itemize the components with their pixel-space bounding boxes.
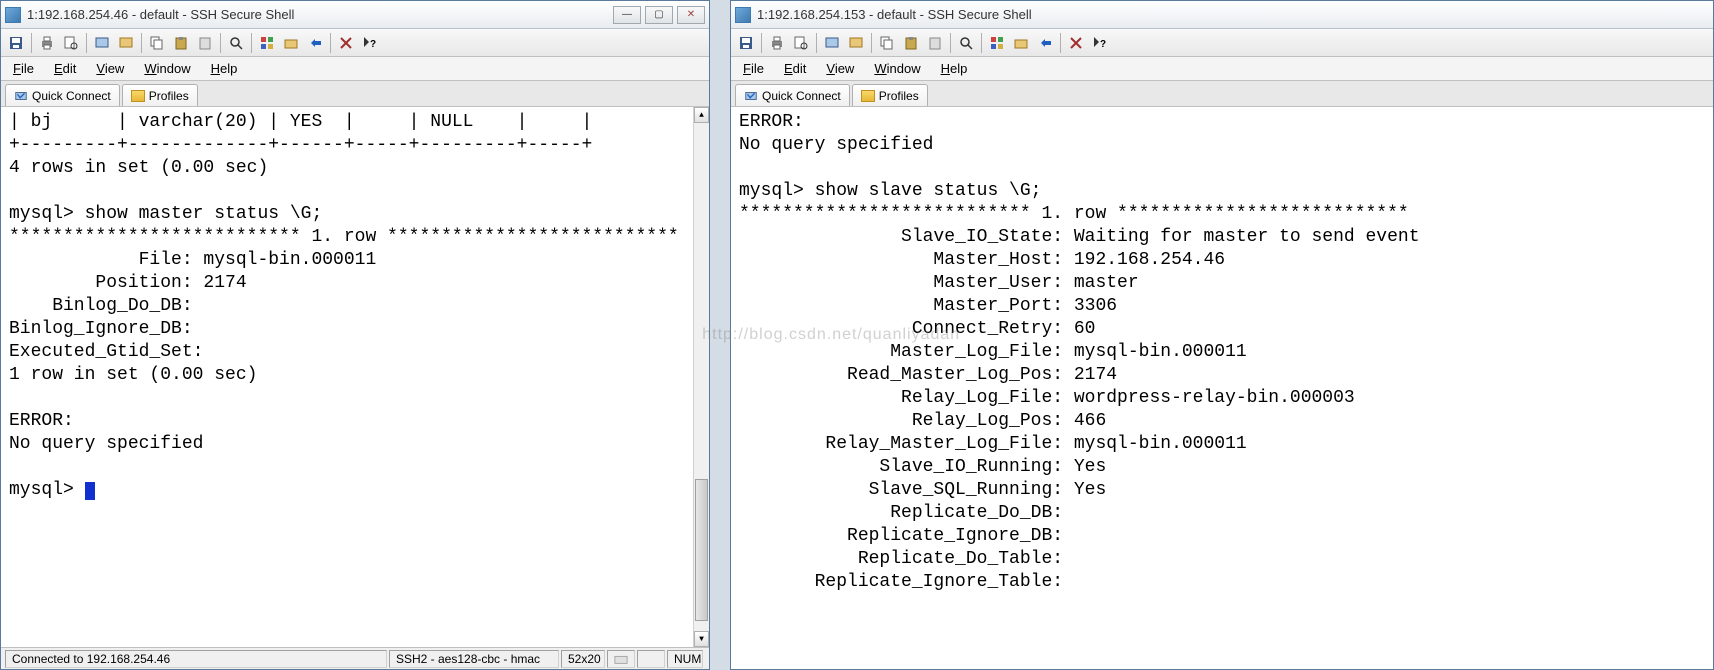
connect-icon: [744, 89, 758, 103]
scroll-down-button[interactable]: ▼: [694, 631, 709, 647]
menu-file[interactable]: File: [739, 59, 768, 78]
paste-button[interactable]: [170, 32, 192, 54]
clipboard-button[interactable]: [194, 32, 216, 54]
context-help-button[interactable]: ?: [359, 32, 381, 54]
tab-quick-connect-label: Quick Connect: [762, 89, 841, 103]
new-file-transfer-button[interactable]: [845, 32, 867, 54]
maximize-button[interactable]: ▢: [645, 6, 673, 24]
settings-button[interactable]: [1010, 32, 1032, 54]
connect-icon: [14, 89, 28, 103]
menu-edit[interactable]: Edit: [50, 59, 80, 78]
find-button[interactable]: [955, 32, 977, 54]
status-blank1: [607, 650, 635, 668]
terminal-2[interactable]: ERROR: No query specified mysql> show sl…: [731, 107, 1713, 669]
menubar-1: File Edit View Window Help: [1, 57, 709, 81]
titlebar-1[interactable]: 1:192.168.254.46 - default - SSH Secure …: [1, 1, 709, 29]
disconnect-button[interactable]: [1034, 32, 1056, 54]
print-preview-button[interactable]: [790, 32, 812, 54]
find-button[interactable]: [225, 32, 247, 54]
app-icon: [735, 7, 751, 23]
minimize-button[interactable]: —: [613, 6, 641, 24]
ssh-window-1: 1:192.168.254.46 - default - SSH Secure …: [0, 0, 710, 670]
scroll-up-button[interactable]: ▲: [694, 107, 709, 123]
app-icon: [5, 7, 21, 23]
close-button[interactable]: ✕: [677, 6, 705, 24]
status-blank2: [637, 650, 665, 668]
status-size: 52x20: [561, 650, 605, 668]
menubar-2: File Edit View Window Help: [731, 57, 1713, 81]
tab-profiles[interactable]: Profiles: [852, 84, 928, 106]
clipboard-button[interactable]: [924, 32, 946, 54]
terminal-1[interactable]: | bj | varchar(20) | YES | | NULL | | +-…: [1, 107, 709, 647]
paste-button[interactable]: [900, 32, 922, 54]
settings-button[interactable]: [280, 32, 302, 54]
menu-window[interactable]: Window: [140, 59, 194, 78]
context-help-button[interactable]: ?: [1089, 32, 1111, 54]
new-terminal-button[interactable]: [821, 32, 843, 54]
new-terminal-button[interactable]: [91, 32, 113, 54]
menu-help[interactable]: Help: [937, 59, 972, 78]
print-button[interactable]: [766, 32, 788, 54]
statusbar-1: Connected to 192.168.254.46 SSH2 - aes12…: [1, 647, 709, 669]
print-preview-button[interactable]: [60, 32, 82, 54]
menu-view[interactable]: View: [822, 59, 858, 78]
svg-text:?: ?: [370, 39, 376, 50]
status-connected: Connected to 192.168.254.46: [5, 650, 387, 668]
tab-quick-connect[interactable]: Quick Connect: [735, 84, 850, 106]
menu-edit[interactable]: Edit: [780, 59, 810, 78]
svg-text:?: ?: [1100, 39, 1106, 50]
help-button[interactable]: [1065, 32, 1087, 54]
scroll-track[interactable]: [694, 123, 709, 631]
copy-button[interactable]: [146, 32, 168, 54]
tab-profiles[interactable]: Profiles: [122, 84, 198, 106]
tabbar-2: Quick Connect Profiles: [731, 81, 1713, 107]
cursor: [85, 482, 95, 500]
tabbar-1: Quick Connect Profiles: [1, 81, 709, 107]
tab-quick-connect-label: Quick Connect: [32, 89, 111, 103]
terminal-output-2: ERROR: No query specified mysql> show sl…: [739, 112, 1420, 592]
status-num: NUM: [667, 650, 703, 668]
menu-view[interactable]: View: [92, 59, 128, 78]
folder-icon: [131, 90, 145, 102]
terminal-output-1: | bj | varchar(20) | YES | | NULL | | +-…: [9, 112, 679, 500]
menu-file[interactable]: File: [9, 59, 38, 78]
window-title-2: 1:192.168.254.153 - default - SSH Secure…: [757, 7, 1709, 22]
menu-help[interactable]: Help: [207, 59, 242, 78]
window-title-1: 1:192.168.254.46 - default - SSH Secure …: [27, 7, 613, 22]
color-button[interactable]: [986, 32, 1008, 54]
tab-profiles-label: Profiles: [149, 89, 189, 103]
save-button[interactable]: [735, 32, 757, 54]
folder-icon: [861, 90, 875, 102]
menu-window[interactable]: Window: [870, 59, 924, 78]
toolbar-2: ?: [731, 29, 1713, 57]
disconnect-button[interactable]: [304, 32, 326, 54]
toolbar-1: ?: [1, 29, 709, 57]
copy-button[interactable]: [876, 32, 898, 54]
new-file-transfer-button[interactable]: [115, 32, 137, 54]
tab-quick-connect[interactable]: Quick Connect: [5, 84, 120, 106]
color-button[interactable]: [256, 32, 278, 54]
ssh-window-2: 1:192.168.254.153 - default - SSH Secure…: [730, 0, 1714, 670]
tab-profiles-label: Profiles: [879, 89, 919, 103]
scroll-thumb[interactable]: [695, 479, 708, 621]
help-button[interactable]: [335, 32, 357, 54]
scrollbar-1[interactable]: ▲ ▼: [693, 107, 709, 647]
print-button[interactable]: [36, 32, 58, 54]
titlebar-2[interactable]: 1:192.168.254.153 - default - SSH Secure…: [731, 1, 1713, 29]
save-button[interactable]: [5, 32, 27, 54]
status-cipher: SSH2 - aes128-cbc - hmac: [389, 650, 559, 668]
